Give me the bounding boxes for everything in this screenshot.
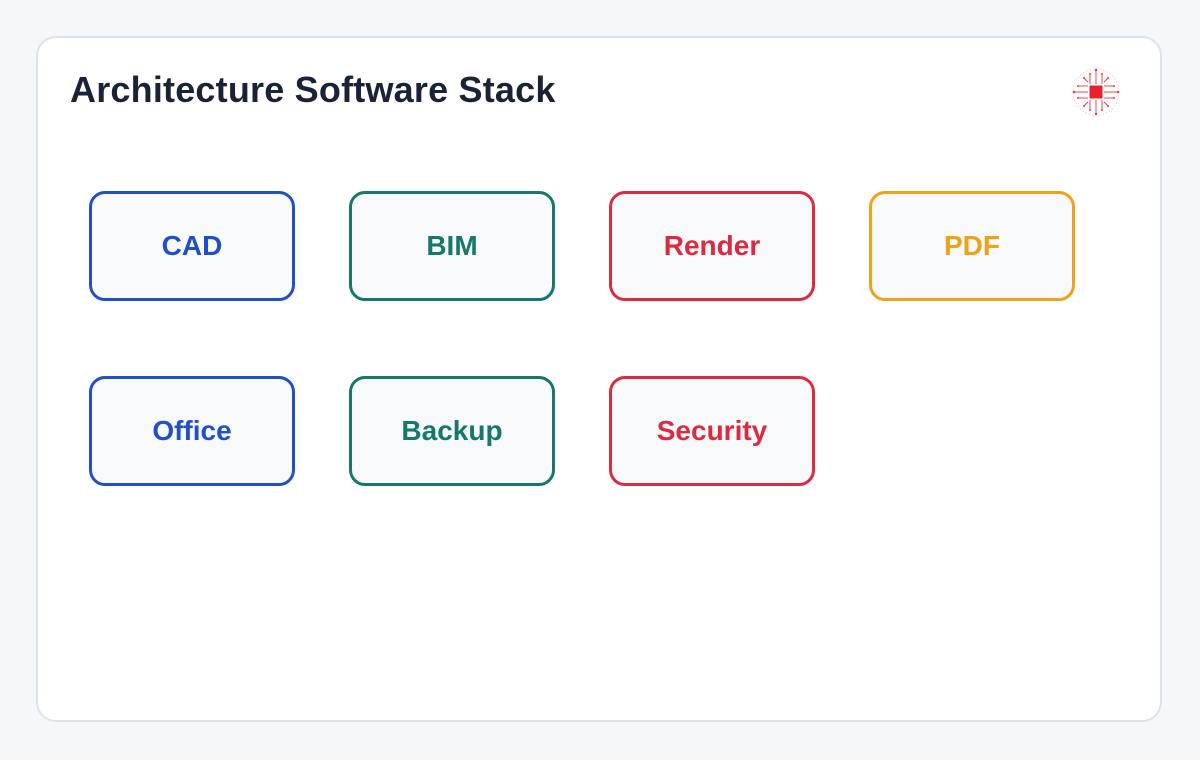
tile-security[interactable]: Security xyxy=(609,376,815,486)
software-stack-card: Architecture Software Stack CAD BIM Rend… xyxy=(36,36,1162,722)
tile-backup[interactable]: Backup xyxy=(349,376,555,486)
tile-bim[interactable]: BIM xyxy=(349,191,555,301)
tile-label: CAD xyxy=(161,230,223,261)
tile-label: Backup xyxy=(401,415,503,446)
tile-office[interactable]: Office xyxy=(89,376,295,486)
tile-label: Security xyxy=(656,415,768,446)
tile-label: PDF xyxy=(944,230,1000,261)
tile-label: BIM xyxy=(426,230,478,261)
tile-label: Render xyxy=(663,230,761,261)
tile-render[interactable]: Render xyxy=(609,191,815,301)
tile-label: Office xyxy=(152,415,232,446)
tile-pdf[interactable]: PDF xyxy=(869,191,1075,301)
circuit-chip-icon xyxy=(1072,68,1120,116)
page-title: Architecture Software Stack xyxy=(70,69,556,110)
tile-cad[interactable]: CAD xyxy=(89,191,295,301)
